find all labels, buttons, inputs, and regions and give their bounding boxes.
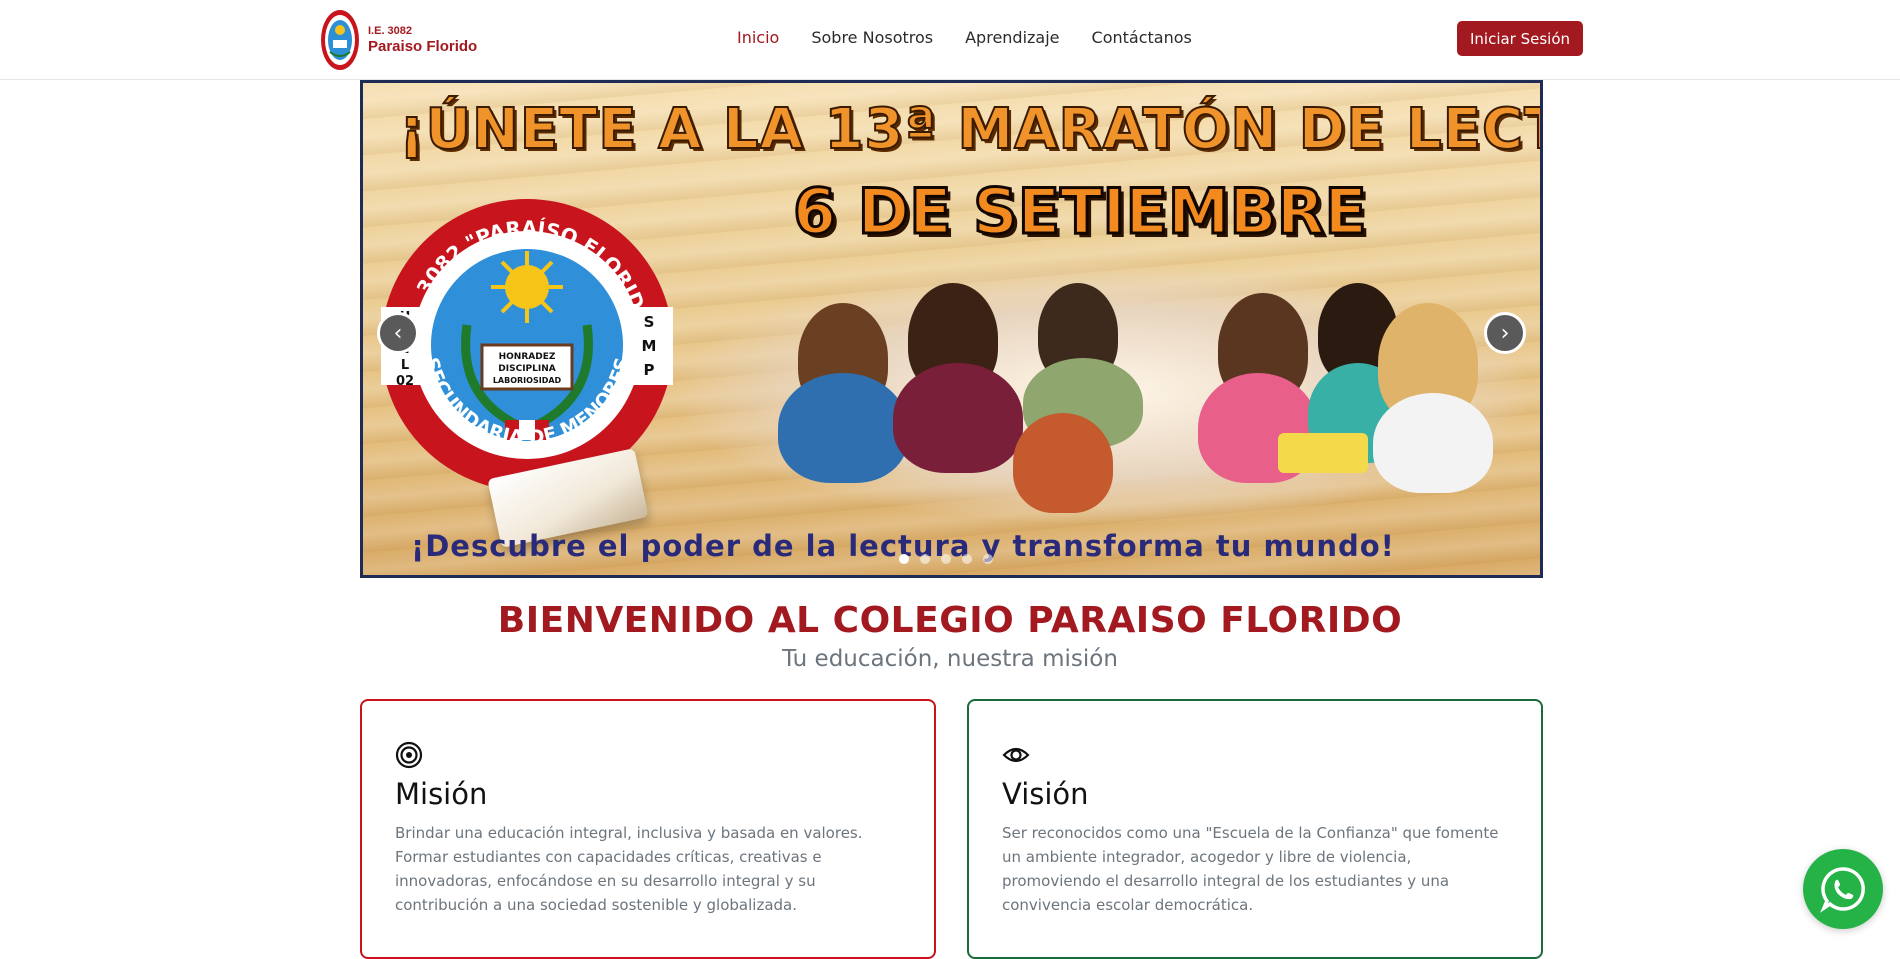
chevron-left-icon: ‹ <box>393 320 403 346</box>
welcome-subtitle: Tu educación, nuestra misión <box>782 646 1118 672</box>
chevron-right-icon: › <box>1500 320 1510 346</box>
vision-text: Ser reconocidos como una "Escuela de la … <box>1002 824 1499 914</box>
eye-icon <box>1002 747 1030 763</box>
mission-card: Misión Brindar una educación integral, i… <box>360 699 936 959</box>
banner-headline: ¡ÚNETE A LA 13ª MARATÓN DE LECTURA! <box>398 96 1540 163</box>
seal-right-text-3: P <box>644 361 655 379</box>
carousel-indicators <box>899 554 993 564</box>
carousel-indicator-4[interactable] <box>962 554 972 564</box>
target-icon <box>395 741 423 769</box>
carousel-indicator-3[interactable] <box>941 554 951 564</box>
students-reading-image <box>678 263 1528 523</box>
hero-carousel: ¡ÚNETE A LA 13ª MARATÓN DE LECTURA! 6 DE… <box>360 80 1543 578</box>
brand-school-name: Paraiso Florido <box>368 38 478 55</box>
seal-motto-3: LABORIOSIDAD <box>493 376 562 385</box>
banner-date: 6 DE SETIEMBRE <box>792 174 1369 250</box>
main-nav: Inicio Sobre Nosotros Aprendizaje Contác… <box>737 28 1192 47</box>
seal-motto-1: HONRADEZ <box>499 352 556 362</box>
carousel-prev-button[interactable]: ‹ <box>377 312 419 354</box>
brand[interactable]: I.E. 3082 Paraiso Florido <box>320 8 477 72</box>
seal-right-text-1: S <box>644 313 655 331</box>
navbar: I.E. 3082 Paraiso Florido Inicio Sobre N… <box>0 0 1900 80</box>
vision-title: Visión <box>1002 777 1089 811</box>
seal-left-text-4: L <box>401 358 409 373</box>
carousel-indicator-5[interactable] <box>983 554 993 564</box>
brand-school-id: I.E. 3082 <box>368 25 413 37</box>
seal-left-text-5: 02 <box>396 374 414 389</box>
carousel-indicator-2[interactable] <box>920 554 930 564</box>
vision-card: Visión Ser reconocidos como una "Escuela… <box>967 699 1543 959</box>
carousel-next-button[interactable]: › <box>1484 312 1526 354</box>
nav-item-sobre-nosotros[interactable]: Sobre Nosotros <box>811 28 933 47</box>
nav-item-aprendizaje[interactable]: Aprendizaje <box>965 28 1059 47</box>
seal-motto-2: DISCIPLINA <box>498 364 555 374</box>
welcome-title: BIENVENIDO AL COLEGIO PARAISO FLORIDO <box>497 600 1403 641</box>
nav-item-contactanos[interactable]: Contáctanos <box>1092 28 1192 47</box>
school-logo-icon <box>321 10 359 70</box>
whatsapp-button[interactable] <box>1803 849 1883 929</box>
whatsapp-icon <box>1820 867 1865 913</box>
seal-right-text-2: M <box>642 337 657 355</box>
carousel-indicator-1[interactable] <box>899 554 909 564</box>
login-button[interactable]: Iniciar Sesión <box>1457 21 1583 56</box>
mission-text: Brindar una educación integral, inclusiv… <box>395 824 863 914</box>
mission-title: Misión <box>395 777 488 811</box>
nav-item-inicio[interactable]: Inicio <box>737 28 779 47</box>
